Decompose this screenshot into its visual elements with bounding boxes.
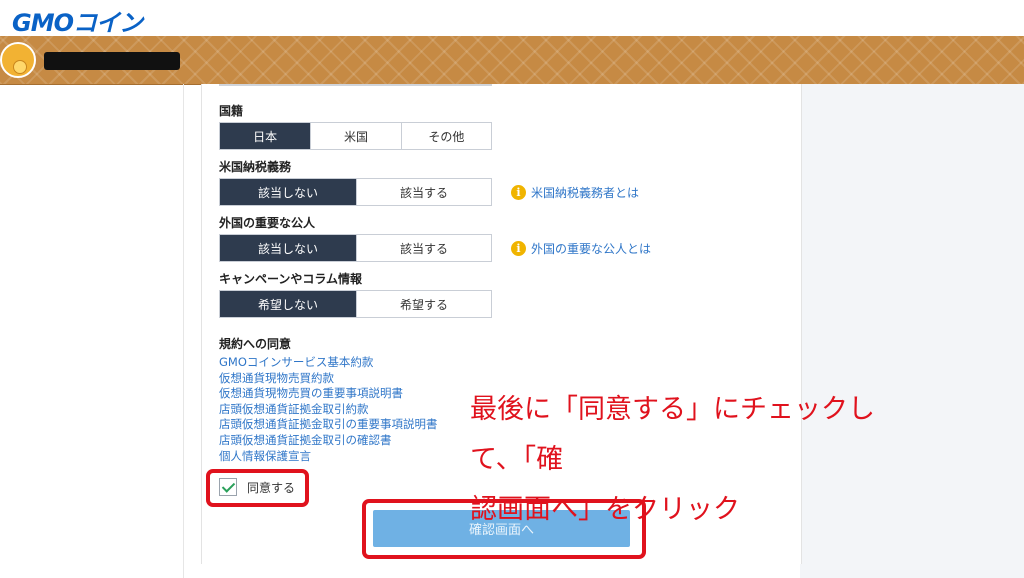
pep-option-no[interactable]: 該当しない — [220, 235, 356, 261]
us-tax-title: 米国納税義務 — [219, 160, 292, 174]
nationality-selector: 日本 米国 その他 — [219, 122, 492, 150]
terms-links: GMOコインサービス基本約款 仮想通貨現物売買約款 仮想通貨現物売買の重要事項説… — [219, 355, 438, 464]
annotation-line-1: 最後に「同意する」にチェックして、「確 — [470, 394, 875, 475]
terms-link-margin-confirmation[interactable]: 店頭仮想通貨証拠金取引の確認書 — [219, 433, 438, 449]
pep-info[interactable]: i 外国の重要な公人とは — [511, 240, 651, 257]
nationality-option-usa[interactable]: 米国 — [310, 123, 400, 149]
left-divider — [183, 84, 184, 578]
info-icon: i — [511, 241, 526, 256]
nationality-option-japan[interactable]: 日本 — [220, 123, 311, 149]
terms-link-basic[interactable]: GMOコインサービス基本約款 — [219, 355, 438, 371]
annotation-line-2: 認画面へ」をクリック — [470, 494, 740, 525]
nationality-option-other[interactable]: その他 — [400, 123, 491, 149]
pep-option-yes[interactable]: 該当する — [356, 235, 491, 261]
campaign-option-yes[interactable]: 希望する — [356, 291, 491, 317]
us-tax-option-yes[interactable]: 該当する — [356, 179, 491, 205]
previous-field-edge — [219, 84, 492, 86]
terms-link-margin-important[interactable]: 店頭仮想通貨証拠金取引の重要事項説明書 — [219, 417, 438, 433]
top-bar: GMOコイン — [0, 0, 1024, 38]
terms-link-margin[interactable]: 店頭仮想通貨証拠金取引約款 — [219, 402, 438, 418]
instruction-annotation: 最後に「同意する」にチェックして、「確 認画面へ」をクリック — [470, 385, 910, 535]
us-tax-option-no[interactable]: 該当しない — [220, 179, 356, 205]
terms-link-spot[interactable]: 仮想通貨現物売買約款 — [219, 371, 438, 387]
terms-link-spot-important[interactable]: 仮想通貨現物売買の重要事項説明書 — [219, 386, 438, 402]
avatar — [0, 42, 36, 78]
redacted-username — [44, 52, 180, 70]
nationality-title: 国籍 — [219, 104, 244, 118]
pep-info-link[interactable]: 外国の重要な公人とは — [531, 240, 651, 257]
highlight-agree — [206, 469, 309, 507]
info-icon: i — [511, 185, 526, 200]
terms-link-privacy[interactable]: 個人情報保護宣言 — [219, 449, 438, 465]
campaign-option-no[interactable]: 希望しない — [220, 291, 356, 317]
terms-title: 規約への同意 — [219, 337, 292, 351]
gmo-coin-logo[interactable]: GMOコイン — [12, 3, 143, 38]
campaign-selector: 希望しない 希望する — [219, 290, 492, 318]
us-tax-info-link[interactable]: 米国納税義務者とは — [531, 184, 639, 201]
campaign-title: キャンペーンやコラム情報 — [219, 272, 363, 286]
pep-selector: 該当しない 該当する — [219, 234, 492, 262]
pep-title: 外国の重要な公人 — [219, 216, 316, 230]
us-tax-selector: 該当しない 該当する — [219, 178, 492, 206]
us-tax-info[interactable]: i 米国納税義務者とは — [511, 184, 639, 201]
